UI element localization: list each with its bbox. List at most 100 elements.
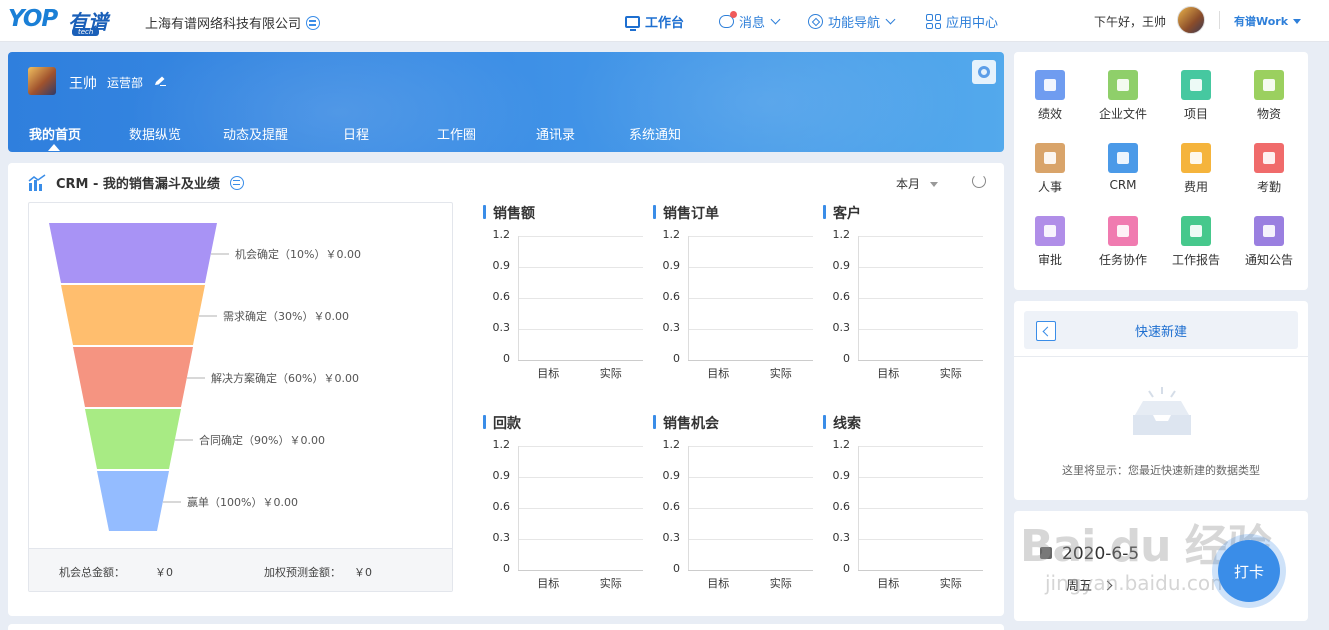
tab-data-overview[interactable]: 数据纵览 bbox=[129, 124, 181, 143]
nav-function[interactable]: 功能导航 bbox=[808, 12, 896, 31]
y-tick-label: 0.9 bbox=[832, 259, 851, 272]
calendar-icon bbox=[1254, 143, 1284, 173]
chart-title: 线索 bbox=[823, 413, 861, 433]
user-avatar[interactable] bbox=[28, 67, 56, 95]
nav-messages-label: 消息 bbox=[739, 16, 766, 31]
report-icon bbox=[1181, 216, 1211, 246]
app-tile[interactable]: 项目 bbox=[1161, 70, 1231, 122]
y-tick-label: 0.6 bbox=[662, 290, 681, 303]
funnel-stage[interactable] bbox=[61, 285, 205, 345]
y-tick-label: 0 bbox=[673, 562, 680, 575]
workspace-switcher[interactable]: 有谱Work bbox=[1234, 13, 1302, 29]
app-tile[interactable]: 人事 bbox=[1015, 143, 1085, 195]
tab-work-circle[interactable]: 工作圈 bbox=[437, 124, 476, 143]
funnel-stage[interactable] bbox=[73, 347, 193, 407]
empty-tray-icon bbox=[1133, 387, 1191, 435]
gridline bbox=[688, 236, 813, 237]
refresh-icon[interactable] bbox=[972, 174, 986, 188]
app-tile[interactable]: 物资 bbox=[1234, 70, 1304, 122]
settings-button[interactable] bbox=[972, 60, 996, 84]
y-tick-label: 1.2 bbox=[832, 438, 851, 451]
gridline bbox=[688, 298, 813, 299]
tab-contacts[interactable]: 通讯录 bbox=[536, 124, 575, 143]
gridline bbox=[688, 446, 813, 447]
y-axis-line bbox=[858, 446, 859, 570]
funnel-stage-label: 解决方案确定（60%）￥0.00 bbox=[211, 371, 359, 385]
nav-app-center-label: 应用中心 bbox=[946, 16, 999, 31]
mini-bar-chart: 销售订单 1.2 0.9 0.6 0.3 0 目标 实际 bbox=[653, 203, 813, 383]
app-tile-label: 绩效 bbox=[1037, 107, 1062, 121]
app-tile[interactable]: 考勤 bbox=[1234, 143, 1304, 195]
app-tile[interactable]: CRM bbox=[1088, 143, 1158, 192]
app-tile-label: 企业文件 bbox=[1098, 107, 1147, 121]
gridline bbox=[858, 570, 983, 571]
nav-messages[interactable]: 消息 bbox=[719, 11, 781, 31]
grid-icon bbox=[926, 14, 941, 29]
punch-in-button[interactable]: 打卡 bbox=[1218, 540, 1280, 602]
avatar[interactable] bbox=[1177, 6, 1205, 34]
app-tile[interactable]: 绩效 bbox=[1015, 70, 1085, 122]
user-department: 运营部 bbox=[107, 76, 144, 90]
x-tick-label: 实际 bbox=[939, 367, 962, 380]
gridline bbox=[688, 329, 813, 330]
app-tile-label: 审批 bbox=[1037, 253, 1062, 267]
quick-create-card: 快速新建 这里将显示：您最近快速新建的数据类型 bbox=[1014, 301, 1308, 500]
app-tile[interactable]: 工作报告 bbox=[1161, 216, 1231, 268]
app-tile[interactable]: 企业文件 bbox=[1088, 70, 1158, 122]
gridline bbox=[858, 477, 983, 478]
x-tick-label: 实际 bbox=[939, 577, 962, 590]
nav-app-center[interactable]: 应用中心 bbox=[926, 12, 998, 31]
app-tile[interactable]: 审批 bbox=[1015, 216, 1085, 268]
app-tile-label: 通知公告 bbox=[1244, 253, 1293, 267]
tab-notifications[interactable]: 系统通知 bbox=[629, 124, 681, 143]
app-tile[interactable]: 费用 bbox=[1161, 143, 1231, 195]
funnel-stage[interactable] bbox=[49, 223, 217, 283]
next-card bbox=[8, 624, 1004, 630]
funnel-summary: 机会总金额： ￥0 加权预测金额： ￥0 bbox=[29, 548, 452, 591]
quick-create-hint: 这里将显示：您最近快速新建的数据类型 bbox=[1062, 464, 1260, 477]
x-tick-label: 实际 bbox=[599, 577, 622, 590]
crm-card: CRM - 我的销售漏斗及业绩 本月 机会确定（10%）￥0.00 需求确定（30… bbox=[8, 163, 1004, 616]
gridline bbox=[518, 360, 643, 361]
speaker-icon bbox=[1254, 216, 1284, 246]
y-tick-label: 0 bbox=[843, 352, 850, 365]
coin-icon bbox=[1181, 143, 1211, 173]
y-axis-line bbox=[858, 236, 859, 360]
logo[interactable]: YOP 有谱 tech bbox=[8, 6, 116, 36]
x-tick-label: 实际 bbox=[769, 577, 792, 590]
divider bbox=[1014, 356, 1308, 357]
funnel-stage-label: 赢单（100%）￥0.00 bbox=[187, 495, 298, 509]
weighted-amount-value: ￥0 bbox=[354, 566, 372, 579]
tab-feeds[interactable]: 动态及提醒 bbox=[223, 124, 288, 143]
funnel-chart: 机会确定（10%）￥0.00 需求确定（30%）￥0.00 解决方案确定（60%）￥… bbox=[49, 223, 361, 531]
company-switcher[interactable]: 上海有谱网络科技有限公司 bbox=[145, 13, 321, 32]
chevron-down-icon bbox=[770, 14, 781, 25]
pencil-icon[interactable] bbox=[154, 76, 166, 86]
tab-home[interactable]: 我的首页 bbox=[29, 124, 81, 143]
period-select[interactable]: 本月 bbox=[896, 175, 939, 192]
app-tile[interactable]: 任务协作 bbox=[1088, 216, 1158, 268]
workspace-label: 有谱Work bbox=[1234, 15, 1289, 28]
swap-icon[interactable] bbox=[229, 175, 244, 190]
x-tick-label: 目标 bbox=[877, 577, 900, 590]
app-tile[interactable]: 通知公告 bbox=[1234, 216, 1304, 268]
gridline bbox=[688, 570, 813, 571]
swap-icon[interactable] bbox=[306, 16, 321, 30]
badge-icon bbox=[1035, 143, 1065, 173]
funnel-stage[interactable] bbox=[85, 409, 181, 469]
company-name: 上海有谱网络科技有限公司 bbox=[145, 17, 302, 32]
chevron-down-icon bbox=[885, 14, 896, 25]
file-icon bbox=[1108, 70, 1138, 100]
funnel-stage[interactable] bbox=[97, 471, 169, 531]
app-tile-label: 费用 bbox=[1183, 180, 1208, 194]
gridline bbox=[518, 508, 643, 509]
y-tick-label: 0 bbox=[503, 562, 510, 575]
nav-workbench[interactable]: 工作台 bbox=[625, 12, 684, 31]
punch-in-label: 打卡 bbox=[1233, 562, 1264, 581]
app-tile-label: 物资 bbox=[1256, 107, 1281, 121]
gridline bbox=[518, 539, 643, 540]
y-tick-label: 1.2 bbox=[662, 228, 681, 241]
x-tick-label: 实际 bbox=[769, 367, 792, 380]
back-button[interactable] bbox=[1036, 321, 1056, 341]
tab-schedule[interactable]: 日程 bbox=[343, 124, 369, 143]
